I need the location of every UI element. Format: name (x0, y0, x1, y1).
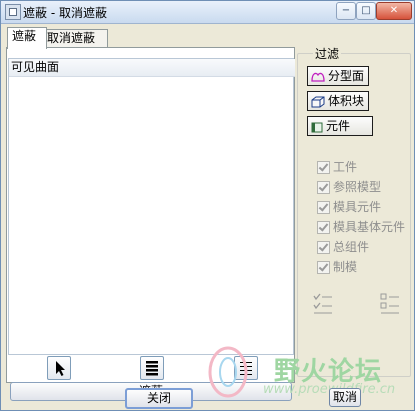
filter-parting-surface-label: 分型面 (328, 69, 365, 83)
checkbox-box[interactable] (317, 181, 330, 194)
checkbox-box[interactable] (317, 261, 330, 274)
filter-component-label: 元件 (326, 119, 351, 133)
deselect-all-icon (240, 362, 252, 375)
volume-icon (311, 96, 325, 107)
checkbox-mold-component[interactable]: 模具元件 (317, 199, 381, 215)
window-icon (5, 4, 21, 20)
select-all-icon (146, 361, 158, 376)
checkbox-label: 总组件 (333, 240, 370, 254)
checkbox-label: 模具基体元件 (333, 220, 406, 234)
filter-component-button[interactable]: 元件 (307, 116, 373, 136)
checkbox-workpiece[interactable]: 工件 (317, 159, 357, 175)
arrow-cursor-icon (56, 361, 65, 376)
parting-surface-icon (311, 72, 325, 82)
tab-unmask[interactable]: 取消遮蔽 (42, 29, 108, 48)
checkbox-assembly[interactable]: 总组件 (317, 239, 369, 255)
select-all-button[interactable] (140, 356, 164, 380)
tab-panel: 可见曲面 (6, 47, 295, 401)
pick-button[interactable] (47, 356, 71, 380)
minimize-button[interactable]: − (336, 2, 356, 20)
checkbox-box[interactable] (317, 201, 330, 214)
close-window-button[interactable]: ✕ (376, 2, 412, 20)
window-title: 遮蔽 - 取消遮蔽 (23, 6, 107, 20)
checkbox-label: 参照模型 (333, 180, 382, 194)
checkbox-label: 模具元件 (333, 200, 382, 214)
cancel-button[interactable]: 取消 (329, 388, 361, 407)
title-bar[interactable]: 遮蔽 - 取消遮蔽 − □ ✕ (1, 1, 414, 24)
filter-volume-label: 体积块 (328, 94, 365, 108)
checkbox-label: 制模 (333, 260, 358, 274)
maximize-button[interactable]: □ (356, 2, 376, 20)
checkbox-molding[interactable]: 制模 (317, 259, 357, 275)
checkbox-label: 工件 (333, 160, 358, 174)
filter-label: 过滤 (313, 45, 342, 62)
component-icon (311, 122, 323, 132)
select-all-check-icon[interactable] (312, 292, 334, 316)
filter-parting-surface-button[interactable]: 分型面 (307, 66, 369, 86)
deselect-all-button[interactable] (234, 356, 258, 380)
dialog-content: 遮蔽 取消遮蔽 可见曲面 过滤 分型面 体积块 元件 工件 参照模型 模具元件 … (1, 24, 414, 410)
tab-mask[interactable]: 遮蔽 (7, 27, 47, 49)
checkbox-box[interactable] (317, 241, 330, 254)
checkbox-box[interactable] (317, 221, 330, 234)
close-button[interactable]: 关闭 (125, 388, 193, 409)
checkbox-reference-model[interactable]: 参照模型 (317, 179, 381, 195)
deselect-all-check-icon[interactable] (379, 292, 401, 316)
list-header: 可见曲面 (9, 59, 295, 77)
mask-dialog: 遮蔽 - 取消遮蔽 − □ ✕ 遮蔽 取消遮蔽 可见曲面 过滤 分型面 体积块 … (0, 0, 415, 411)
checkbox-mold-base-component[interactable]: 模具基体元件 (317, 219, 405, 235)
surface-list[interactable]: 可见曲面 (8, 58, 295, 355)
checkbox-box[interactable] (317, 161, 330, 174)
filter-volume-button[interactable]: 体积块 (307, 91, 369, 111)
